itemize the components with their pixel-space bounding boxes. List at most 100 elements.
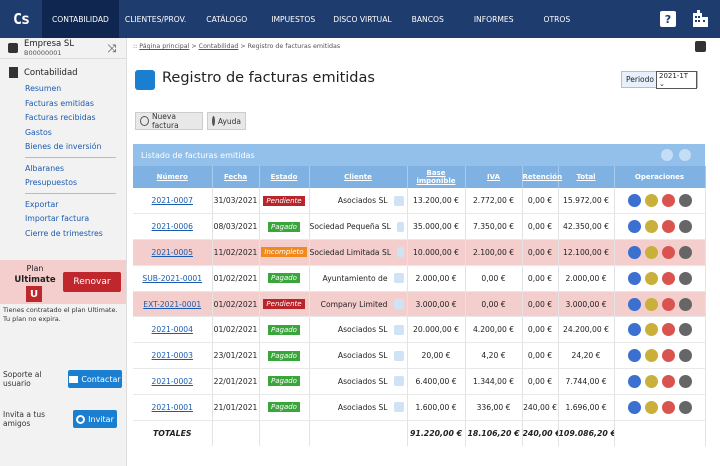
app-logo[interactable]: Cs xyxy=(0,0,42,38)
view-pdf-icon[interactable] xyxy=(627,323,641,337)
help-icon[interactable]: ? xyxy=(660,11,676,27)
col-cliente[interactable]: Cliente xyxy=(309,166,408,188)
col-iva[interactable]: IVA xyxy=(465,166,523,188)
more-options-icon[interactable] xyxy=(678,194,692,208)
col-total[interactable]: Total xyxy=(558,166,615,188)
sidebar-item-facturas-recibidas[interactable]: Facturas recibidas xyxy=(0,111,126,126)
chart-icon[interactable] xyxy=(393,350,404,361)
copy-icon[interactable] xyxy=(644,349,658,363)
renew-button[interactable]: Renovar xyxy=(63,272,121,292)
chart-icon[interactable] xyxy=(393,402,404,413)
chart-icon[interactable] xyxy=(393,324,404,335)
table-row[interactable]: 2021-0005 11/02/2021 Incompleto Sociedad Li… xyxy=(133,239,706,266)
sidebar-item-resumen[interactable]: Resumen xyxy=(0,82,126,97)
table-row[interactable]: 2021-0003 23/01/2021 Pagado Asociados SL 20,… xyxy=(133,342,706,370)
print-icon[interactable] xyxy=(661,245,675,259)
nav-tab-otros[interactable]: OTROS xyxy=(534,0,581,38)
copy-icon[interactable] xyxy=(644,194,658,208)
view-pdf-icon[interactable] xyxy=(627,194,641,208)
filter-icon[interactable] xyxy=(661,149,673,161)
copy-icon[interactable] xyxy=(644,271,658,285)
sidebar-item-albaranes[interactable]: Albaranes xyxy=(0,162,126,177)
table-row[interactable]: 2021-0004 01/02/2021 Pagado Asociados SL 20.… xyxy=(133,316,706,344)
print-icon[interactable] xyxy=(661,374,675,388)
copy-icon[interactable] xyxy=(644,323,658,337)
breadcrumb-section[interactable]: Contabilidad xyxy=(199,43,239,50)
sidebar-item-bienes-inversion[interactable]: Bienes de inversión xyxy=(0,140,126,155)
table-row[interactable]: EXT-2021-0001 01/02/2021 Pendiente Company … xyxy=(133,291,706,318)
sidebar-item-exportar[interactable]: Exportar xyxy=(0,198,126,213)
copy-icon[interactable] xyxy=(644,245,658,259)
table-row[interactable]: 2021-0007 31/03/2021 Pendiente Asociados SL… xyxy=(133,188,706,215)
nav-tab-disco-virtual[interactable]: DISCO VIRTUAL xyxy=(323,0,401,38)
chart-icon[interactable] xyxy=(393,376,404,387)
sidebar-item-presupuestos[interactable]: Presupuestos xyxy=(0,176,126,191)
nav-tab-bancos[interactable]: BANCOS xyxy=(402,0,464,38)
more-options-icon[interactable] xyxy=(678,323,692,337)
view-pdf-icon[interactable] xyxy=(627,271,641,285)
contact-button[interactable]: Contactar xyxy=(68,370,122,388)
invoice-number-link[interactable]: 2021-0004 xyxy=(133,316,213,344)
more-options-icon[interactable] xyxy=(678,245,692,259)
invoice-number-link[interactable]: 2021-0001 xyxy=(133,394,213,421)
invoice-number-link[interactable]: 2021-0007 xyxy=(133,188,213,215)
view-pdf-icon[interactable] xyxy=(627,374,641,388)
switch-company-icon[interactable]: ⤨ xyxy=(107,42,116,56)
print-icon[interactable] xyxy=(661,271,675,285)
view-pdf-icon[interactable] xyxy=(627,245,641,259)
print-icon[interactable] xyxy=(661,323,675,337)
view-pdf-icon[interactable] xyxy=(627,400,641,414)
more-options-icon[interactable] xyxy=(678,400,692,414)
chart-icon[interactable] xyxy=(393,299,404,310)
sidebar-item-facturas-emitidas[interactable]: Facturas emitidas xyxy=(0,97,126,112)
view-pdf-icon[interactable] xyxy=(627,297,641,311)
chart-icon[interactable] xyxy=(397,247,404,258)
sidebar-item-gastos[interactable]: Gastos xyxy=(0,126,126,141)
nav-tab-catalogo[interactable]: CATÁLOGO xyxy=(196,0,261,38)
col-fecha[interactable]: Fecha xyxy=(212,166,260,188)
print-icon[interactable] xyxy=(661,194,675,208)
copy-icon[interactable] xyxy=(644,400,658,414)
invite-button[interactable]: Invitar xyxy=(73,410,117,428)
more-options-icon[interactable] xyxy=(678,349,692,363)
help-button[interactable]: Ayuda xyxy=(207,112,246,130)
copy-icon[interactable] xyxy=(644,374,658,388)
period-select[interactable]: 2021-1T ⌄ xyxy=(655,70,697,89)
more-options-icon[interactable] xyxy=(678,297,692,311)
chart-icon[interactable] xyxy=(393,273,404,284)
nav-tab-informes[interactable]: INFORMES xyxy=(464,0,534,38)
col-retencion[interactable]: Retención xyxy=(522,166,562,188)
view-pdf-icon[interactable] xyxy=(627,220,641,234)
more-options-icon[interactable] xyxy=(678,374,692,388)
table-row[interactable]: 2021-0002 22/01/2021 Pagado Asociados SL 6.4… xyxy=(133,368,706,395)
print-icon[interactable] xyxy=(661,220,675,234)
breadcrumb-home[interactable]: Página principal xyxy=(139,43,189,50)
table-row[interactable]: SUB-2021-0001 01/02/2021 Pagado Ayuntamient… xyxy=(133,265,706,292)
building-icon[interactable] xyxy=(690,9,710,29)
period-selector[interactable]: Periodo 2021-1T ⌄ xyxy=(621,70,698,89)
sidebar-item-cierre-trimestres[interactable]: Cierre de trimestres xyxy=(0,227,126,242)
more-options-icon[interactable] xyxy=(678,271,692,285)
chart-icon[interactable] xyxy=(396,221,404,232)
invoice-number-link[interactable]: 2021-0002 xyxy=(133,368,213,395)
nav-tab-impuestos[interactable]: IMPUESTOS xyxy=(261,0,323,38)
col-base[interactable]: Base imponible xyxy=(407,166,466,188)
print-icon[interactable] xyxy=(661,297,675,311)
table-row[interactable]: 2021-0001 21/01/2021 Pagado Asociados SL 1.6… xyxy=(133,394,706,421)
nav-tab-contabilidad[interactable]: CONTABILIDAD xyxy=(42,0,119,38)
download-icon[interactable] xyxy=(679,149,691,161)
invoice-number-link[interactable]: 2021-0005 xyxy=(133,239,213,266)
view-pdf-icon[interactable] xyxy=(627,349,641,363)
invoice-number-link[interactable]: 2021-0003 xyxy=(133,342,213,370)
col-numero[interactable]: Número xyxy=(133,166,213,188)
company-selector[interactable]: Empresa SL B00000001 ⤨ xyxy=(0,38,126,59)
table-row[interactable]: 2021-0006 08/03/2021 Pagado Sociedad Pequeñ… xyxy=(133,213,706,241)
col-estado[interactable]: Estado xyxy=(259,166,310,188)
chart-icon[interactable] xyxy=(393,195,404,206)
search-icon[interactable] xyxy=(695,41,706,52)
copy-icon[interactable] xyxy=(644,220,658,234)
new-invoice-button[interactable]: Nueva factura xyxy=(135,112,203,130)
nav-tab-clientes[interactable]: CLIENTES/PROV. xyxy=(119,0,196,38)
invoice-number-link[interactable]: EXT-2021-0001 xyxy=(133,291,213,318)
invoice-number-link[interactable]: 2021-0006 xyxy=(133,213,213,241)
